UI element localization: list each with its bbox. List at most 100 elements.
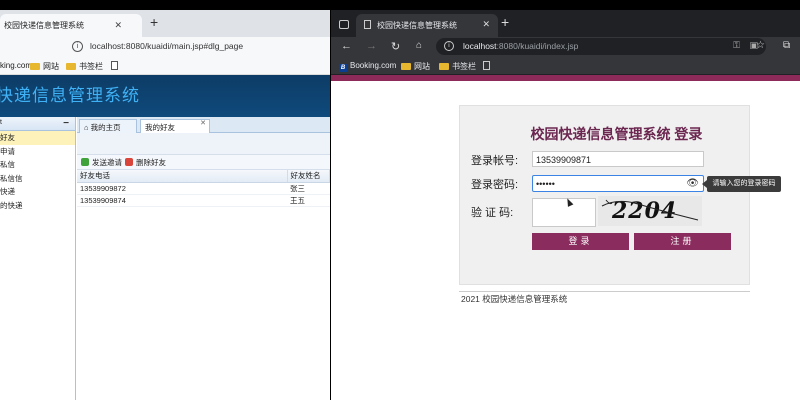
folder-icon <box>439 63 449 70</box>
left-url[interactable]: localhost:8080/kuaidi/main.jsp#dlg_page <box>90 41 243 51</box>
table-row[interactable]: 13539909872 张三 <box>77 182 330 195</box>
right-browser-tab[interactable]: 校园快递信息管理系统 ✕ <box>356 14 498 37</box>
sidebar-header: t − <box>0 117 75 131</box>
url-host: localhost <box>463 41 497 51</box>
password-input[interactable]: •••••• 👁 <box>532 175 704 192</box>
send-invite-button[interactable]: 发送邀请 <box>81 157 122 168</box>
table-row[interactable]: 13539909874 王五 <box>77 194 330 207</box>
login-title: 校园快递信息管理系统 登录 <box>530 126 703 142</box>
close-icon[interactable]: ✕ <box>200 119 206 127</box>
captcha-input[interactable] <box>532 198 596 227</box>
right-browser-window: 校园快递信息管理系统 ✕ + ← → ↻ ⌂ i localhost:8080/… <box>331 10 800 400</box>
account-label: 登录帐号: <box>471 155 519 167</box>
friends-table: 好友电话 好友姓名 13539909872 张三 13539909874 王五 <box>77 170 330 207</box>
left-browser-window: 校园快递信息管理系统 ✕ + i localhost:8080/kuaidi/m… <box>0 10 330 400</box>
folder-icon <box>401 63 411 70</box>
tab-friends-label: 我的好友 <box>145 123 175 132</box>
delete-icon <box>125 158 133 166</box>
bookmark-folder-bar[interactable]: 书签栏 <box>66 61 103 72</box>
captcha-image[interactable]: 2204 <box>598 196 702 226</box>
bookmark-booking[interactable]: B Booking.com <box>339 61 396 72</box>
sidebar-header-label: t <box>0 119 2 126</box>
footer-divider <box>459 291 750 292</box>
password-tooltip: 请输入您的登录密码 <box>702 176 781 192</box>
right-address-bar-row: ← → ↻ ⌂ i localhost:8080/kuaidi/index.js… <box>331 37 800 57</box>
right-tab-strip: 校园快递信息管理系统 ✕ + <box>331 10 800 37</box>
column-header-name[interactable]: 好友姓名 <box>287 170 330 183</box>
back-icon[interactable]: ← <box>341 40 352 52</box>
close-icon[interactable]: ✕ <box>114 20 122 31</box>
add-icon <box>81 158 89 166</box>
page-icon <box>364 20 371 29</box>
column-header-phone[interactable]: 好友电话 <box>77 170 288 183</box>
left-tab-strip: 校园快递信息管理系统 ✕ + <box>0 10 330 37</box>
footer-text: 2021 校园快递信息管理系统 <box>461 294 568 304</box>
favorites-icon[interactable]: ☆ <box>756 40 765 51</box>
accent-bar <box>331 75 800 81</box>
cell-name: 张三 <box>287 182 330 195</box>
delete-friend-label: 删除好友 <box>136 158 166 167</box>
eye-icon[interactable]: 👁 <box>686 178 699 189</box>
left-bookmarks-bar: king.com 网站 书签栏 <box>0 57 330 75</box>
right-bookmarks-bar: B Booking.com 网站 书签栏 <box>331 57 800 75</box>
tab-home-label: 我的主页 <box>90 123 121 132</box>
new-tab-icon[interactable]: + <box>150 14 158 30</box>
cell-phone: 13539909874 <box>77 194 287 207</box>
login-button[interactable]: 登录 <box>532 233 629 250</box>
sidebar-item[interactable]: 好友 <box>0 131 75 145</box>
main-tabs: ⌂ 我的主页 我的好友 ✕ <box>77 117 330 133</box>
tab-actions-icon[interactable] <box>339 20 349 29</box>
key-icon[interactable]: ⚿ <box>733 40 740 51</box>
collections-icon[interactable]: ⧉ <box>783 40 790 51</box>
cell-phone: 13539909872 <box>77 182 287 195</box>
account-input[interactable]: 13539909871 <box>532 151 704 167</box>
folder-icon <box>30 63 40 70</box>
password-label: 登录密码: <box>471 179 519 191</box>
sidebar-item[interactable]: 私信 <box>0 158 75 172</box>
delete-friend-button[interactable]: 删除好友 <box>125 157 166 168</box>
folder-icon <box>66 63 76 70</box>
sidebar: t − 好友 申请 私信 私信信 快递 的快递 <box>0 117 76 400</box>
left-address-bar: i localhost:8080/kuaidi/main.jsp#dlg_pag… <box>0 37 330 57</box>
bookmark-booking[interactable]: king.com <box>0 61 32 70</box>
main-panel: ⌂ 我的主页 我的好友 ✕ 发送邀请 删除好友 好友电话 好友姓名 1353990… <box>77 117 330 400</box>
new-tab-icon[interactable]: + <box>501 14 509 30</box>
app-title: 快递信息管理系统 <box>0 86 140 106</box>
info-icon[interactable]: i <box>444 41 454 51</box>
tab-friends[interactable]: 我的好友 ✕ <box>140 119 210 133</box>
booking-icon: B <box>339 64 347 72</box>
left-browser-tab[interactable]: 校园快递信息管理系统 ✕ <box>0 14 142 37</box>
page-icon[interactable] <box>483 61 490 71</box>
close-icon[interactable]: ✕ <box>482 19 490 30</box>
register-button[interactable]: 注册 <box>634 233 731 250</box>
forward-icon[interactable]: → <box>366 40 377 52</box>
toolbar: 发送邀请 删除好友 <box>77 155 330 170</box>
sidebar-item[interactable]: 快递 <box>0 185 75 199</box>
tab-home[interactable]: ⌂ 我的主页 <box>79 119 137 133</box>
sidebar-item[interactable]: 申请 <box>0 145 75 159</box>
captcha-label: 验 证 码: <box>471 207 514 219</box>
collapse-icon[interactable]: − <box>63 118 69 129</box>
bookmark-folder-websites[interactable]: 网站 <box>30 61 59 72</box>
right-url: localhost:8080/kuaidi/index.jsp <box>463 41 578 51</box>
send-invite-label: 发送邀请 <box>92 158 122 167</box>
info-icon[interactable]: i <box>72 41 83 52</box>
password-value: •••••• <box>536 179 555 189</box>
url-path: :8080/kuaidi/index.jsp <box>496 41 579 51</box>
sidebar-item[interactable]: 私信信 <box>0 172 75 186</box>
app-header: 快递信息管理系统 <box>0 75 330 117</box>
page-icon[interactable] <box>111 61 118 71</box>
sidebar-item[interactable]: 的快递 <box>0 199 75 213</box>
panel-band <box>77 133 330 155</box>
bookmark-folder-bar[interactable]: 书签栏 <box>439 61 476 72</box>
login-card: 校园快递信息管理系统 登录 登录帐号: 13539909871 登录密码: ••… <box>459 105 750 285</box>
address-bar[interactable]: i localhost:8080/kuaidi/index.jsp ⚿ ▣ <box>436 38 766 55</box>
cell-name: 王五 <box>287 194 330 207</box>
left-tab-title: 校园快递信息管理系统 <box>4 21 84 30</box>
home-icon[interactable]: ⌂ <box>416 40 422 51</box>
table-header-row: 好友电话 好友姓名 <box>77 170 330 183</box>
bookmark-folder-websites[interactable]: 网站 <box>401 61 430 72</box>
captcha-noise <box>601 199 699 221</box>
refresh-icon[interactable]: ↻ <box>391 40 400 53</box>
right-tab-title: 校园快递信息管理系统 <box>377 21 457 30</box>
